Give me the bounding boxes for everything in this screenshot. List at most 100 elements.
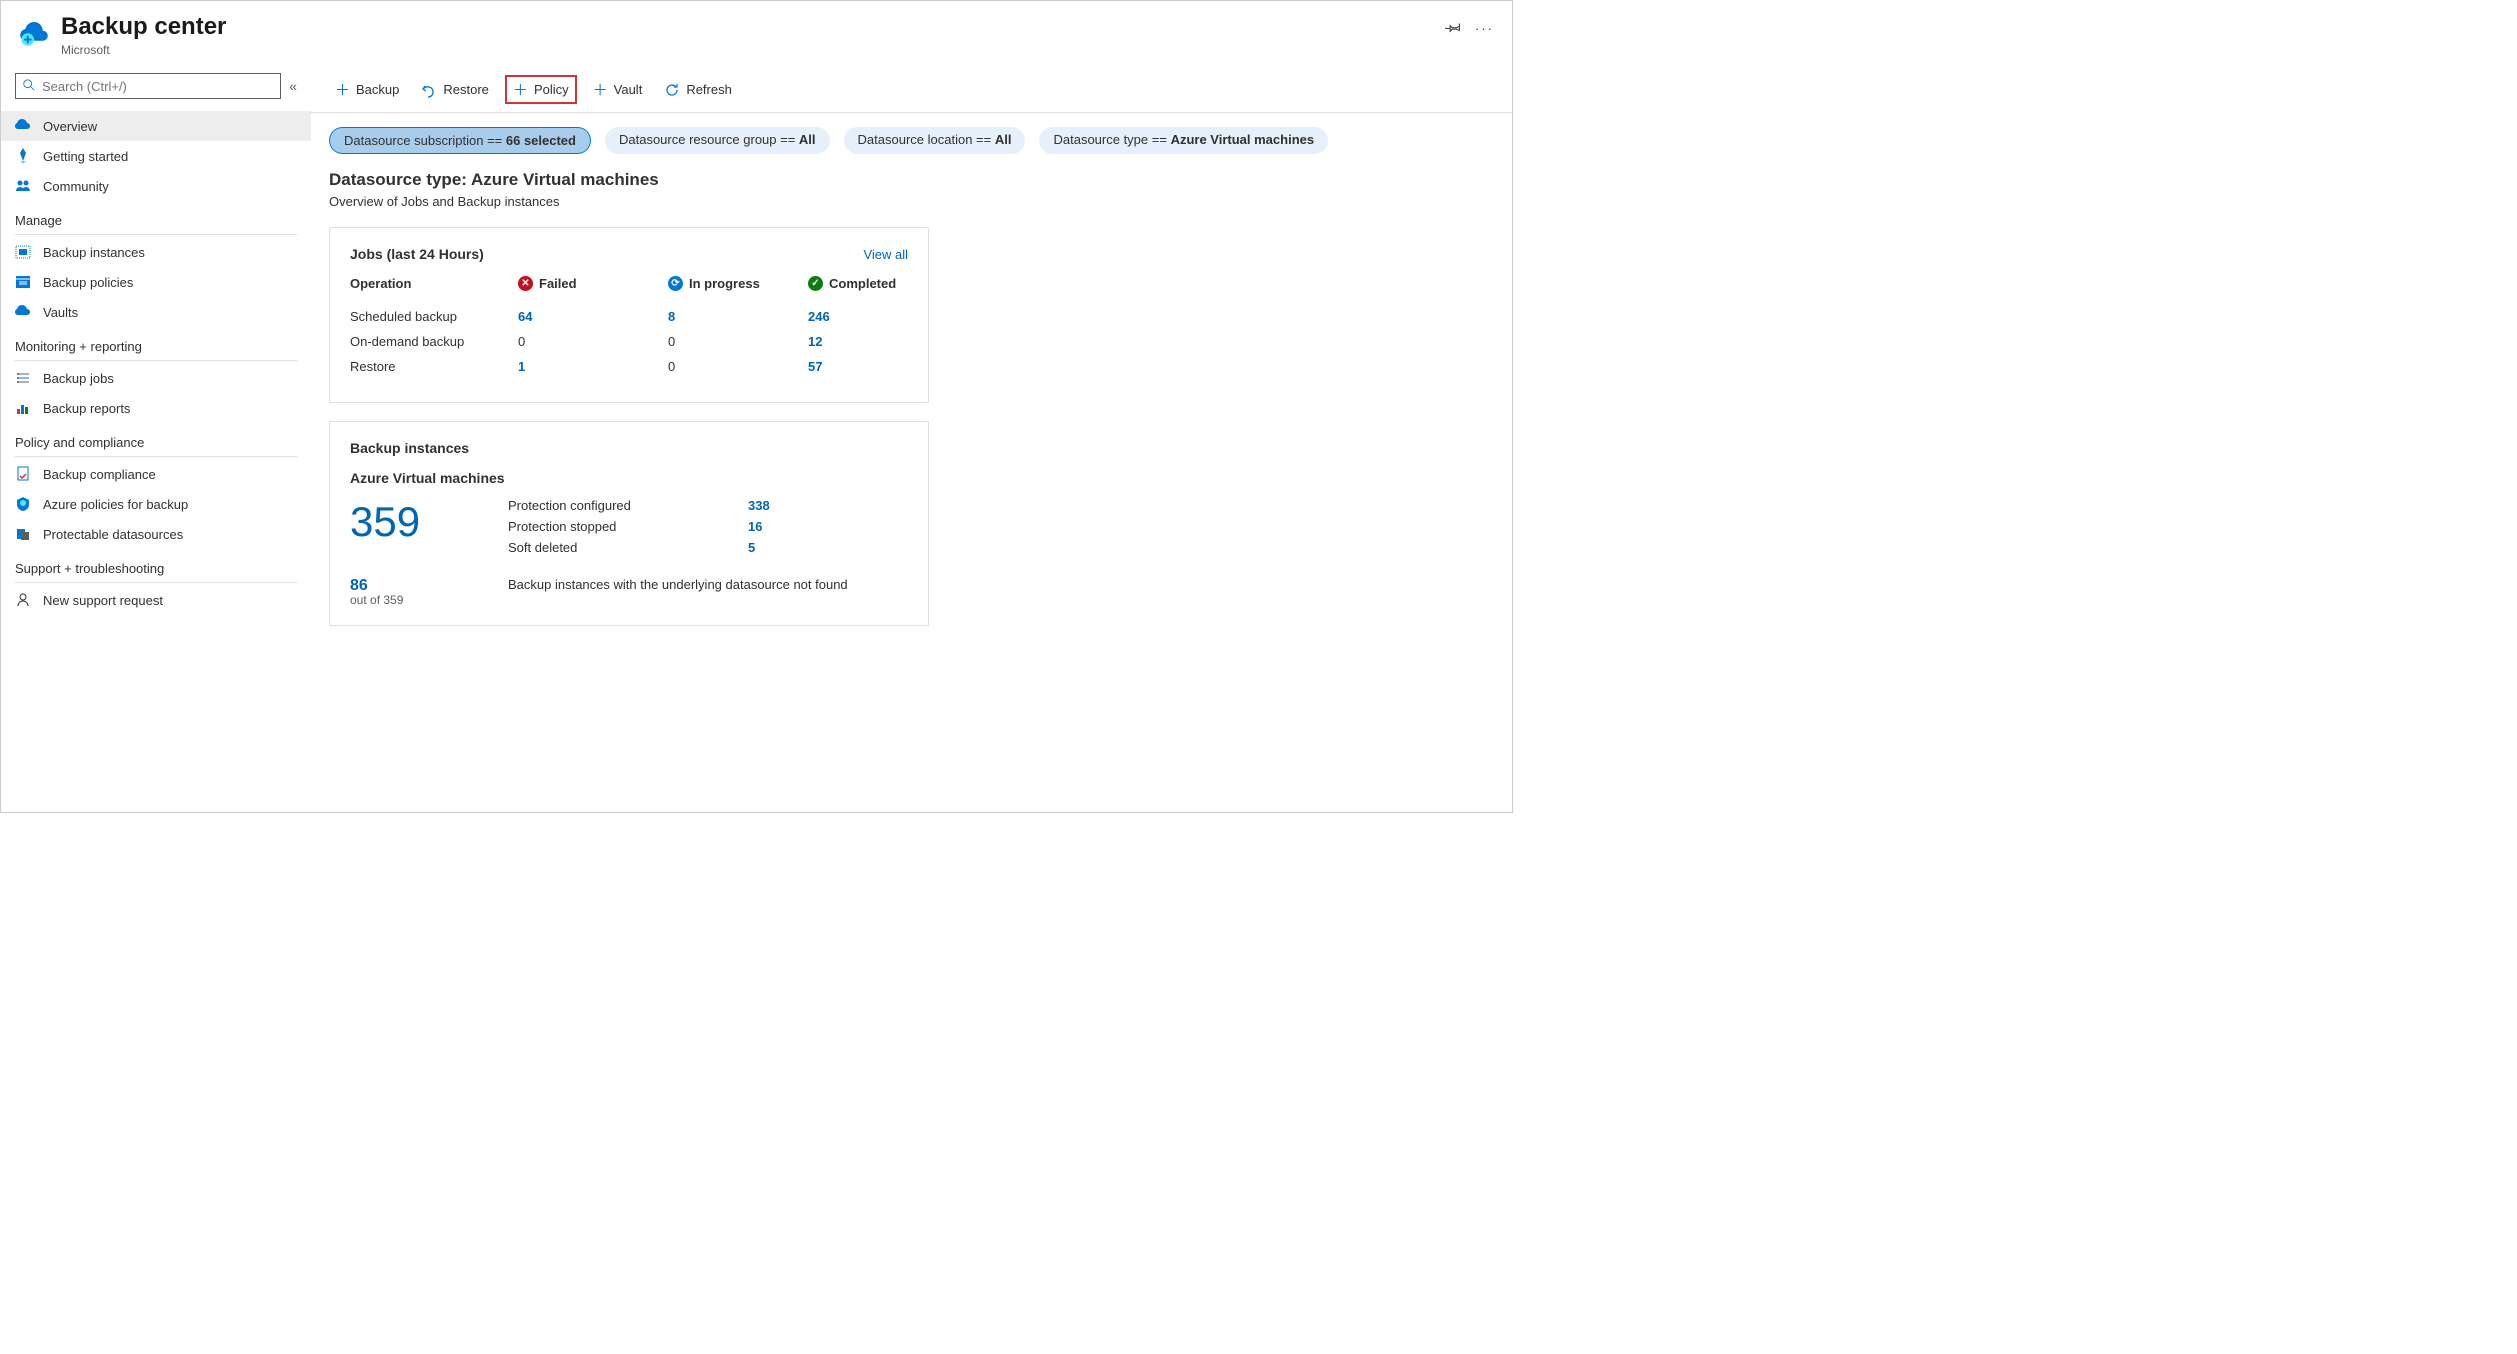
sidebar-item-azure-policies[interactable]: Azure policies for backup — [1, 489, 311, 519]
col-operation: Operation — [350, 276, 518, 291]
instance-row: Protection configured338 — [508, 498, 770, 513]
button-label: Refresh — [686, 82, 732, 97]
plus-icon: ＋ — [513, 79, 528, 100]
overview-icon — [15, 118, 31, 134]
instance-value[interactable]: 5 — [748, 540, 755, 555]
community-icon — [15, 178, 31, 194]
sidebar-item-support-request[interactable]: New support request — [1, 585, 311, 615]
sidebar-section-manage: Manage — [1, 201, 311, 230]
filter-subscription[interactable]: Datasource subscription == 66 selected — [329, 127, 591, 154]
search-input[interactable] — [42, 79, 274, 94]
notfound-text: Backup instances with the underlying dat… — [508, 577, 848, 592]
filter-location[interactable]: Datasource location == All — [844, 127, 1026, 154]
vault-button[interactable]: ＋ Vault — [587, 75, 649, 104]
instances-subtitle: Azure Virtual machines — [350, 470, 908, 486]
job-value[interactable]: 8 — [668, 309, 675, 324]
sidebar-item-label: Backup policies — [43, 275, 133, 290]
job-value: 0 — [518, 334, 525, 349]
search-box[interactable] — [15, 73, 281, 99]
jobs-row: Scheduled backup 64 8 246 — [350, 309, 908, 324]
toolbar: ＋ Backup Restore ＋ Policy ＋ Vault Re — [311, 65, 1512, 113]
undo-icon — [421, 82, 437, 98]
sidebar-item-label: Protectable datasources — [43, 527, 183, 542]
rocket-icon — [15, 148, 31, 164]
sidebar-item-backup-reports[interactable]: Backup reports — [1, 393, 311, 423]
backup-center-icon — [19, 17, 49, 47]
sidebar-item-label: Backup reports — [43, 401, 130, 416]
restore-button[interactable]: Restore — [415, 78, 495, 102]
notfound-outof: out of 359 — [350, 593, 480, 607]
sidebar-item-label: New support request — [43, 593, 163, 608]
sidebar-item-label: Overview — [43, 119, 97, 134]
sidebar-item-protectable[interactable]: Protectable datasources — [1, 519, 311, 549]
instances-card: Backup instances Azure Virtual machines … — [329, 421, 929, 626]
inprogress-icon: ⟳ — [668, 276, 683, 291]
jobs-header-row: Operation ✕Failed ⟳In progress ✓Complete… — [350, 276, 908, 291]
jobs-card: Jobs (last 24 Hours) View all Operation … — [329, 227, 929, 403]
sidebar-item-label: Backup compliance — [43, 467, 156, 482]
instance-row: Soft deleted5 — [508, 540, 770, 555]
policy-button[interactable]: ＋ Policy — [505, 75, 577, 104]
reports-icon — [15, 400, 31, 416]
job-value[interactable]: 1 — [518, 359, 525, 374]
sidebar-item-getting-started[interactable]: Getting started — [1, 141, 311, 171]
more-icon[interactable]: ··· — [1475, 21, 1494, 36]
col-inprogress: ⟳In progress — [668, 276, 808, 291]
instance-value[interactable]: 16 — [748, 519, 762, 534]
col-failed: ✕Failed — [518, 276, 668, 291]
filter-type[interactable]: Datasource type == Azure Virtual machine… — [1039, 127, 1328, 154]
instances-title: Backup instances — [350, 440, 908, 456]
button-label: Vault — [614, 82, 643, 97]
instance-value[interactable]: 338 — [748, 498, 770, 513]
sidebar-item-vaults[interactable]: Vaults — [1, 297, 311, 327]
sidebar-section-support: Support + troubleshooting — [1, 549, 311, 578]
plus-icon: ＋ — [593, 79, 608, 100]
plus-icon: ＋ — [335, 79, 350, 100]
divider — [15, 360, 297, 361]
filter-row: Datasource subscription == 66 selected D… — [311, 113, 1512, 164]
sidebar-item-community[interactable]: Community — [1, 171, 311, 201]
button-label: Backup — [356, 82, 399, 97]
sidebar-item-backup-compliance[interactable]: Backup compliance — [1, 459, 311, 489]
azure-policy-icon — [15, 496, 31, 512]
instances-total[interactable]: 359 — [350, 498, 480, 546]
divider — [15, 456, 297, 457]
sidebar-item-backup-instances[interactable]: Backup instances — [1, 237, 311, 267]
page-title: Backup center — [61, 13, 1433, 41]
job-value[interactable]: 12 — [808, 334, 822, 349]
sidebar-item-backup-policies[interactable]: Backup policies — [1, 267, 311, 297]
sidebar-item-label: Community — [43, 179, 109, 194]
view-all-link[interactable]: View all — [863, 247, 908, 262]
policies-icon — [15, 274, 31, 290]
sidebar-item-label: Backup instances — [43, 245, 145, 260]
sidebar-item-backup-jobs[interactable]: Backup jobs — [1, 363, 311, 393]
sidebar-item-overview[interactable]: Overview — [1, 111, 311, 141]
divider — [15, 582, 297, 583]
sidebar-section-policy: Policy and compliance — [1, 423, 311, 452]
sidebar-item-label: Backup jobs — [43, 371, 114, 386]
main-content: ＋ Backup Restore ＋ Policy ＋ Vault Re — [311, 65, 1512, 812]
job-value[interactable]: 64 — [518, 309, 532, 324]
job-value: 0 — [668, 334, 675, 349]
content-title: Datasource type: Azure Virtual machines — [329, 170, 1494, 190]
collapse-sidebar-icon[interactable]: « — [289, 78, 297, 94]
pin-icon[interactable] — [1445, 19, 1461, 38]
job-value: 0 — [668, 359, 675, 374]
search-icon — [22, 78, 36, 95]
page-header: Backup center Microsoft ··· — [1, 1, 1512, 65]
sidebar-section-monitoring: Monitoring + reporting — [1, 327, 311, 356]
button-label: Policy — [534, 82, 569, 97]
col-completed: ✓Completed — [808, 276, 896, 291]
instance-row: Protection stopped16 — [508, 519, 770, 534]
refresh-icon — [664, 82, 680, 98]
jobs-icon — [15, 370, 31, 386]
refresh-button[interactable]: Refresh — [658, 78, 738, 102]
filter-resource-group[interactable]: Datasource resource group == All — [605, 127, 830, 154]
job-value[interactable]: 57 — [808, 359, 822, 374]
job-value[interactable]: 246 — [808, 309, 830, 324]
backup-button[interactable]: ＋ Backup — [329, 75, 405, 104]
content-subtitle: Overview of Jobs and Backup instances — [329, 194, 1494, 209]
sidebar: « Overview Getting started Community Man… — [1, 65, 311, 812]
jobs-title: Jobs (last 24 Hours) — [350, 246, 484, 262]
sidebar-item-label: Azure policies for backup — [43, 497, 188, 512]
